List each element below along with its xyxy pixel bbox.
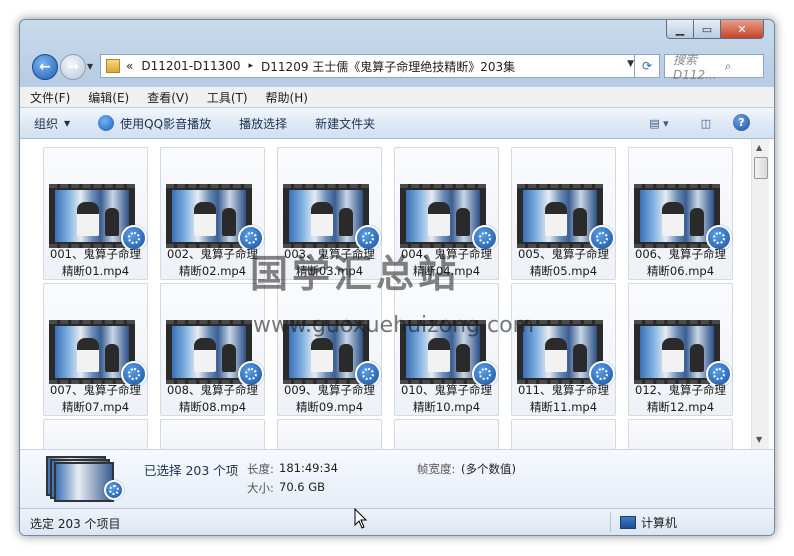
file-item[interactable]: [394, 419, 499, 449]
vertical-scrollbar[interactable]: ▲ ▼: [751, 139, 769, 449]
minimize-button[interactable]: ▁: [666, 20, 694, 39]
file-list[interactable]: 001、鬼算子命理 精断01.mp4 002、鬼算子命理 精断02.mp4 003、…: [20, 139, 774, 449]
menu-tools[interactable]: 工具(T): [197, 89, 256, 106]
frame-width-label: 帧宽度:: [417, 462, 456, 476]
location-label: 计算机: [641, 516, 678, 530]
file-item[interactable]: 011、鬼算子命理 精断11.mp4: [511, 283, 616, 416]
file-name-line1: 011、鬼算子命理: [518, 383, 609, 397]
file-name-line2: 精断01.mp4: [61, 264, 130, 278]
file-name-line1: 010、鬼算子命理: [401, 383, 492, 397]
qq-player-icon: [98, 115, 115, 131]
computer-icon: [620, 516, 636, 529]
file-item[interactable]: 010、鬼算子命理 精断10.mp4: [394, 283, 499, 416]
file-item[interactable]: 007、鬼算子命理 精断07.mp4: [43, 283, 148, 416]
file-name-line2: 精断06.mp4: [646, 264, 715, 278]
file-name-line1: 001、鬼算子命理: [50, 247, 141, 261]
file-name-line1: 007、鬼算子命理: [50, 383, 141, 397]
play-selection-label: 播放选择: [239, 116, 288, 131]
length-value: 181:49:34: [279, 461, 338, 475]
recent-pages-dropdown-icon[interactable]: ▼: [87, 62, 93, 71]
file-item[interactable]: [511, 419, 616, 449]
back-button[interactable]: ←: [32, 54, 58, 80]
file-name-line2: 精断11.mp4: [529, 400, 598, 414]
refresh-icon[interactable]: ⟳: [634, 54, 660, 78]
file-item[interactable]: 006、鬼算子命理 精断06.mp4: [628, 147, 733, 280]
play-selection-button[interactable]: 播放选择: [225, 108, 301, 138]
breadcrumb-separator-icon[interactable]: ▸: [249, 61, 254, 71]
chevron-down-icon: ▼: [64, 118, 71, 128]
file-name-line1: 008、鬼算子命理: [167, 383, 258, 397]
menu-edit[interactable]: 编辑(E): [78, 89, 137, 106]
file-name-line2: 精断10.mp4: [412, 400, 481, 414]
organize-label: 组织: [34, 116, 59, 131]
close-button[interactable]: ✕: [720, 20, 764, 39]
folder-icon: [106, 59, 120, 73]
file-item[interactable]: 012、鬼算子命理 精断12.mp4: [628, 283, 733, 416]
scrollbar-thumb[interactable]: [754, 157, 768, 179]
play-with-qq-label: 使用QQ影音播放: [120, 116, 212, 131]
address-history-marker[interactable]: «: [126, 59, 133, 73]
menu-file[interactable]: 文件(F): [20, 89, 78, 106]
file-name-line1: 005、鬼算子命理: [518, 247, 609, 261]
command-bar: 组织 ▼ 使用QQ影音播放 播放选择 新建文件夹 ▤ ▾ ◫ ?: [20, 108, 774, 139]
file-item[interactable]: [628, 419, 733, 449]
file-item[interactable]: 001、鬼算子命理 精断01.mp4: [43, 147, 148, 280]
address-bar[interactable]: « D11201-D11300 ▸ D11209 王士儒《鬼算子命理绝技精断》2…: [100, 54, 639, 78]
file-name-line1: 012、鬼算子命理: [635, 383, 726, 397]
status-bar: 选定 203 个项目 计算机: [20, 508, 774, 535]
file-item[interactable]: [43, 419, 148, 449]
file-item[interactable]: 008、鬼算子命理 精断08.mp4: [160, 283, 265, 416]
file-name-line2: 精断09.mp4: [295, 400, 364, 414]
maximize-button[interactable]: ▭: [693, 20, 721, 39]
watermark-url: www.guoxuehuizong.com: [253, 313, 535, 338]
navigation-bar: ← → ▼ « D11201-D11300 ▸ D11209 王士儒《鬼算子命理…: [20, 52, 774, 82]
length-label: 长度:: [247, 462, 274, 476]
new-folder-button[interactable]: 新建文件夹: [301, 108, 389, 138]
file-name-line2: 精断05.mp4: [529, 264, 598, 278]
menu-view[interactable]: 查看(V): [137, 89, 197, 106]
file-name-line1: 009、鬼算子命理: [284, 383, 375, 397]
size-value: 70.6 GB: [279, 480, 326, 494]
file-item[interactable]: [160, 419, 265, 449]
file-item[interactable]: 009、鬼算子命理 精断09.mp4: [277, 283, 382, 416]
new-folder-label: 新建文件夹: [315, 116, 376, 131]
file-name-line1: 002、鬼算子命理: [167, 247, 258, 261]
explorer-window: ▁ ▭ ✕ ← → ▼ « D11201-D11300 ▸ D11209 王士儒…: [19, 19, 775, 536]
change-view-button[interactable]: ▤ ▾: [644, 114, 674, 132]
scroll-up-icon[interactable]: ▲: [756, 143, 762, 152]
watermark-title: 国学汇总站: [250, 252, 461, 296]
file-name-line2: 精断08.mp4: [178, 400, 247, 414]
preview-pane-icon[interactable]: ◫: [696, 114, 716, 132]
file-name-line1: 006、鬼算子命理: [635, 247, 726, 261]
organize-button[interactable]: 组织 ▼: [20, 108, 84, 138]
frame-width-value: (多个数值): [461, 462, 516, 476]
selected-count: 已选择 203 个项: [144, 463, 239, 478]
details-pane: 已选择 203 个项 长度: 181:49:34 大小: 70.6 GB 帧宽度…: [20, 449, 774, 508]
status-divider: [610, 512, 611, 532]
qq-player-badge-icon: [104, 480, 124, 500]
address-dropdown-icon[interactable]: ▼: [627, 59, 634, 69]
forward-button[interactable]: →: [60, 54, 86, 80]
file-name-line2: 精断12.mp4: [646, 400, 715, 414]
search-icon[interactable]: ⌕: [717, 59, 759, 74]
play-with-qq-button[interactable]: 使用QQ影音播放: [84, 108, 225, 138]
mouse-cursor-icon: [354, 507, 368, 533]
status-text: 选定 203 个项目: [30, 517, 121, 531]
size-label: 大小:: [247, 481, 274, 495]
help-icon[interactable]: ?: [733, 114, 750, 131]
file-item[interactable]: [277, 419, 382, 449]
view-options-icon: ▤ ▾: [649, 116, 669, 130]
menu-help[interactable]: 帮助(H): [256, 89, 316, 106]
breadcrumb-segment-2[interactable]: D11209 王士儒《鬼算子命理绝技精断》203集: [261, 58, 515, 75]
menu-bar: 文件(F) 编辑(E) 查看(V) 工具(T) 帮助(H): [20, 87, 774, 107]
selection-thumbnail-stack: [46, 456, 124, 502]
file-name-line2: 精断02.mp4: [178, 264, 247, 278]
scroll-down-icon[interactable]: ▼: [756, 435, 762, 444]
file-name-line2: 精断07.mp4: [61, 400, 130, 414]
location-indicator: 计算机: [620, 514, 677, 531]
file-item[interactable]: 005、鬼算子命理 精断05.mp4: [511, 147, 616, 280]
search-input[interactable]: 搜索 D112... ⌕: [664, 53, 764, 82]
search-placeholder: 搜索 D112...: [673, 52, 717, 82]
breadcrumb-segment-1[interactable]: D11201-D11300: [141, 59, 240, 73]
